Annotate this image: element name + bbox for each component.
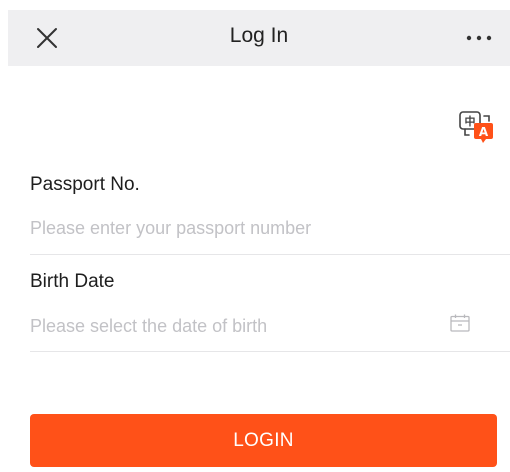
language-badge-zh: 中 <box>465 114 476 128</box>
calendar-icon[interactable] <box>450 314 470 332</box>
language-switch-icon[interactable]: 中 A <box>458 111 496 145</box>
close-icon[interactable] <box>35 26 59 50</box>
passport-label: Passport No. <box>30 174 140 195</box>
birth-date-input[interactable] <box>30 312 470 340</box>
nav-bar: Log In <box>8 10 510 66</box>
language-badge-en: A <box>479 125 489 139</box>
birth-date-label: Birth Date <box>30 271 115 292</box>
passport-divider <box>30 254 510 255</box>
page-title: Log In <box>229 24 289 47</box>
birth-date-divider <box>30 351 510 352</box>
login-page: Log In 中 A Passport No. Birth Date LOGIN <box>0 0 510 472</box>
login-button[interactable]: LOGIN <box>30 414 497 467</box>
more-horizontal-icon[interactable] <box>464 26 494 50</box>
passport-input[interactable] <box>30 214 470 242</box>
